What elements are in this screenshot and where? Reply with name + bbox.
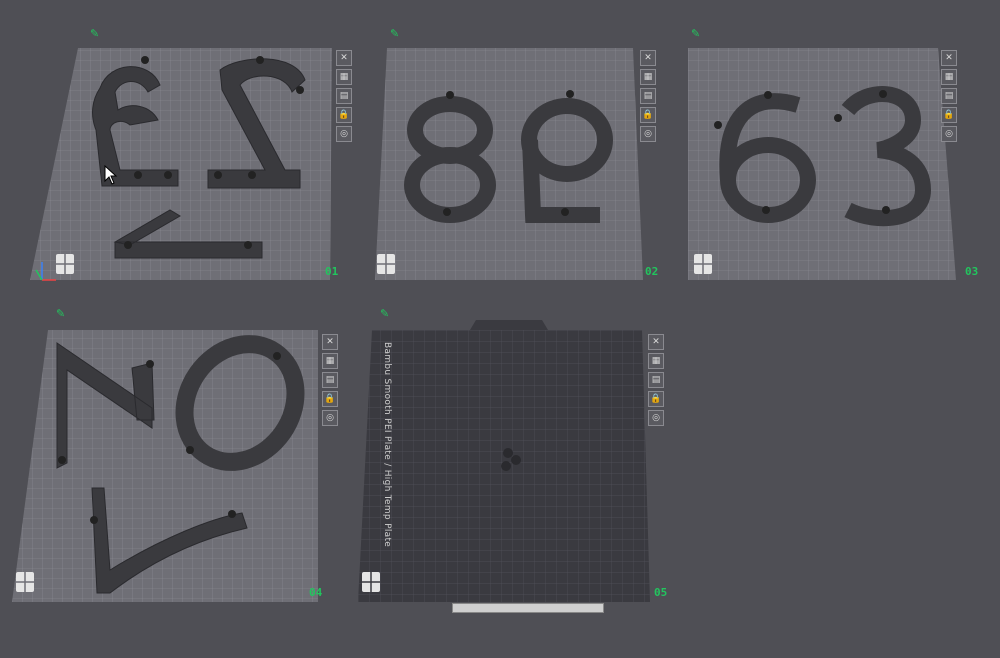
auto-orient-icon[interactable]: ▤ [336,88,352,104]
plate-01-toolbar: ✕ ▦ ▤ 🔒 ◎ [336,50,352,142]
close-icon[interactable]: ✕ [640,50,656,66]
plate-02-toolbar: ✕ ▦ ▤ 🔒 ◎ [640,50,656,142]
plate-logo-icon [377,254,395,274]
lock-icon[interactable]: 🔒 [322,391,338,407]
plate-logo-icon [16,572,34,592]
arrange-icon[interactable]: ▦ [941,69,957,85]
auto-orient-icon[interactable]: ▤ [941,88,957,104]
lock-icon[interactable]: 🔒 [640,107,656,123]
arrange-icon[interactable]: ▦ [336,69,352,85]
lock-icon[interactable]: 🔒 [648,391,664,407]
arrange-icon[interactable]: ▦ [322,353,338,369]
plate-type-label: Bambu Smooth PEI Plate / High Temp Plate [382,342,392,548]
close-icon[interactable]: ✕ [941,50,957,66]
plate-02-bed [375,48,643,280]
plate-number: 01 [325,265,339,278]
auto-orient-icon[interactable]: ▤ [648,372,664,388]
auto-orient-icon[interactable]: ▤ [322,372,338,388]
plate-number: 02 [645,265,659,278]
plate-04[interactable]: ✎ ✕ ▦ ▤ 🔒 ◎ 04 [12,308,342,608]
plate-number: 05 [654,586,668,599]
plate-05-toolbar: ✕ ▦ ▤ 🔒 ◎ [648,334,664,426]
plate-05[interactable]: ✎ Bambu Smooth PEI Plate / High Temp Pla… [358,308,678,618]
plate-04-bed [12,330,318,602]
plate-05-bed [358,320,650,602]
plate-number: 03 [965,265,979,278]
plate-03[interactable]: ✎ ✕ ▦ ▤ 🔒 ◎ 03 [688,28,988,290]
plate-02[interactable]: ✎ ✕ ▦ ▤ 🔒 ◎ 02 [375,28,675,290]
lock-icon[interactable]: 🔒 [336,107,352,123]
plate-bottom-tab [452,603,604,613]
mouse-cursor-icon [104,165,118,185]
lock-icon[interactable]: 🔒 [941,107,957,123]
plate-01[interactable]: ✎ ✕ ▦ ▤ 🔒 ◎ 01 [30,28,360,290]
plate-logo-icon [56,254,74,274]
plate-number: 04 [309,586,323,599]
settings-icon[interactable]: ◎ [640,126,656,142]
arrange-icon[interactable]: ▦ [640,69,656,85]
plate-logo-icon [362,572,380,592]
settings-icon[interactable]: ◎ [648,410,664,426]
plate-03-toolbar: ✕ ▦ ▤ 🔒 ◎ [941,50,957,142]
arrange-icon[interactable]: ▦ [648,353,664,369]
settings-icon[interactable]: ◎ [941,126,957,142]
settings-icon[interactable]: ◎ [322,410,338,426]
close-icon[interactable]: ✕ [648,334,664,350]
auto-orient-icon[interactable]: ▤ [640,88,656,104]
plate-04-toolbar: ✕ ▦ ▤ 🔒 ◎ [322,334,338,426]
settings-icon[interactable]: ◎ [336,126,352,142]
close-icon[interactable]: ✕ [336,50,352,66]
plate-01-bed [30,48,332,281]
plate-logo-icon [694,254,712,274]
close-icon[interactable]: ✕ [322,334,338,350]
